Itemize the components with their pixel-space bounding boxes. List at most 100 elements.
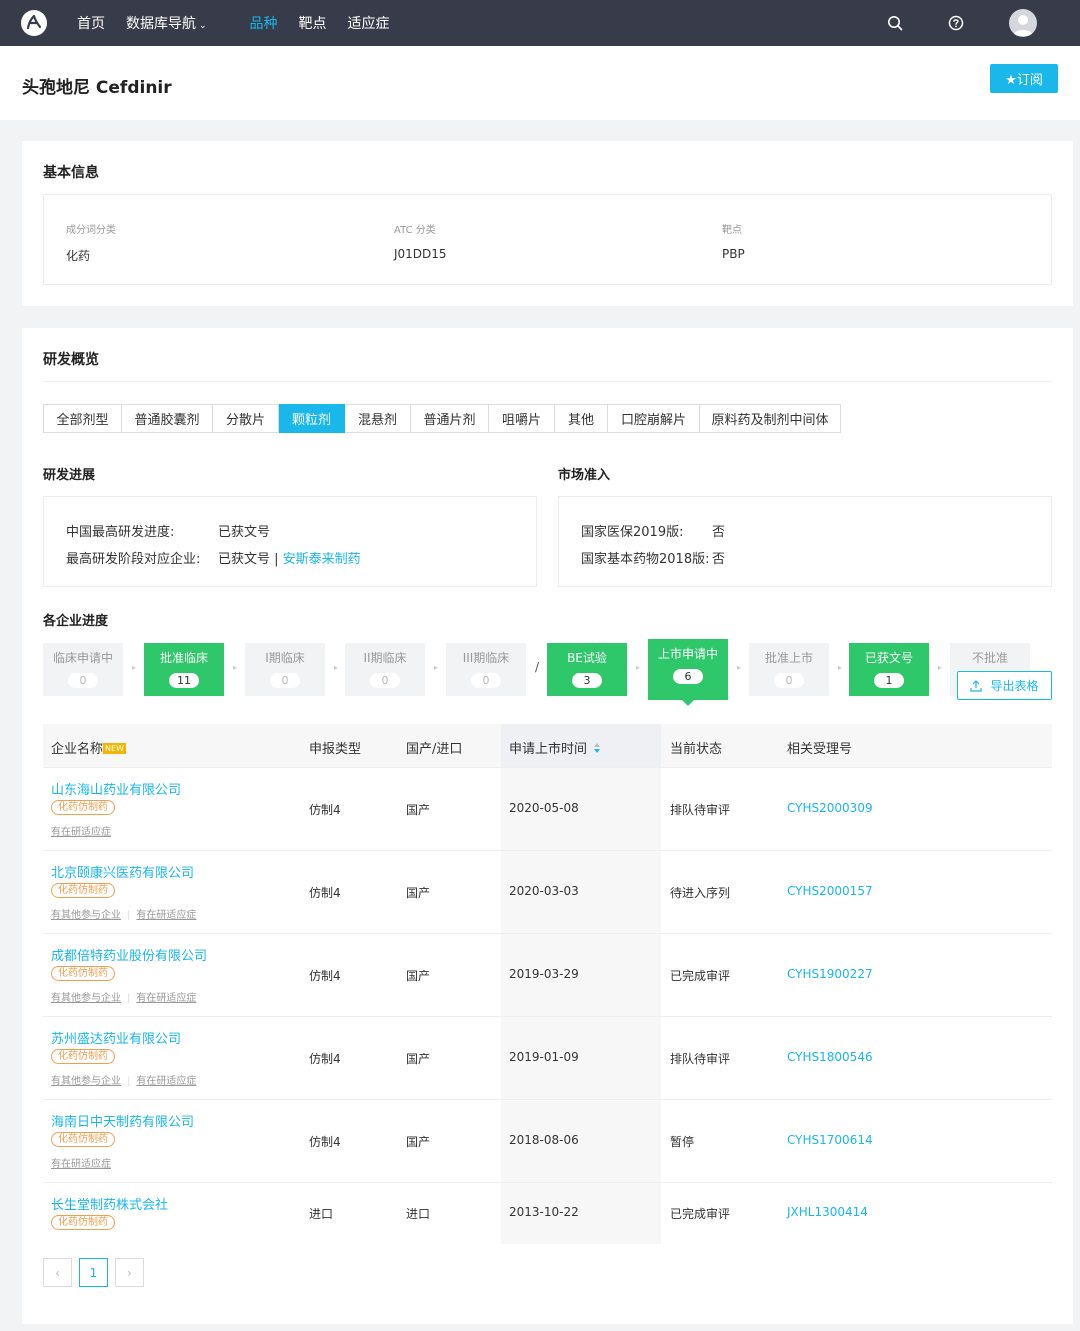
- avatar[interactable]: [1009, 9, 1037, 37]
- col-type: 申报类型: [309, 742, 362, 757]
- acceptance-number-link[interactable]: CYHS1800546: [787, 1050, 873, 1064]
- stage-item[interactable]: 已获文号 1: [849, 643, 929, 696]
- declare-type: 仿制4: [309, 886, 341, 900]
- acceptance-number-link[interactable]: CYHS1700614: [787, 1133, 873, 1147]
- market-access-title: 市场准入: [558, 468, 611, 483]
- declare-type: 仿制4: [309, 803, 341, 817]
- drug-type-tag: 化药仿制药: [51, 800, 115, 815]
- nav-item-1[interactable]: 数据库导航 ⌄: [126, 13, 207, 33]
- company-name-link[interactable]: 海南日中天制药有限公司: [51, 1111, 194, 1130]
- nav-item-0[interactable]: 首页: [77, 13, 105, 33]
- tab-dosage-form[interactable]: 原料药及制剂中间体: [700, 404, 841, 433]
- nav-item-3[interactable]: 靶点: [299, 13, 327, 33]
- sub-link[interactable]: 有在研适应症: [51, 1159, 111, 1170]
- apply-date: 2018-08-06: [509, 1133, 579, 1147]
- acceptance-number-link[interactable]: CYHS2000157: [787, 884, 873, 898]
- rd-overview-title: 研发概览: [43, 352, 99, 368]
- apply-date: 2020-03-03: [509, 884, 579, 898]
- next-page-button[interactable]: ›: [115, 1258, 144, 1287]
- dosage-form-tabs: 全部剂型 普通胶囊剂 分散片 颗粒剂 混悬剂 普通片剂 咀嚼片 其他 口腔崩解片 原料药及制剂中间…: [43, 404, 841, 433]
- rd-progress-box: 中国最高研发进度: 已获文号 最高研发阶段对应企业: 已获文号 | 安斯泰来制药: [43, 496, 537, 587]
- tab-dosage-form[interactable]: 混悬剂: [345, 404, 411, 433]
- info-field-category: 成分词分类 化药: [66, 225, 116, 263]
- col-acceptance: 相关受理号: [787, 742, 853, 757]
- page-1-button[interactable]: 1: [79, 1258, 108, 1287]
- stage-item[interactable]: 上市申请中 6: [648, 639, 728, 706]
- essential-drug-row: 国家基本药物2018版: 否: [581, 552, 726, 567]
- info-field-atc: ATC 分类 J01DD15: [394, 225, 447, 261]
- acceptance-number-link[interactable]: CYHS1900227: [787, 967, 873, 981]
- sub-link[interactable]: 有在研适应症: [51, 827, 111, 838]
- sub-links: 有在研适应症: [51, 1155, 111, 1170]
- export-icon: [970, 679, 983, 692]
- company-name-link[interactable]: 北京颐康兴医药有限公司: [51, 862, 194, 881]
- table-header: 企业名称 NEW 申报类型 国产/进口 申请上市时间 当前状态 相关受理号: [43, 724, 1052, 767]
- logo-icon[interactable]: [21, 10, 47, 36]
- tab-dosage-form[interactable]: 普通胶囊剂: [122, 404, 213, 433]
- stage-count-badge: 1: [874, 673, 904, 688]
- nav-item-4[interactable]: 适应症: [348, 13, 390, 33]
- tab-dosage-form[interactable]: 全部剂型: [43, 404, 122, 433]
- rd-progress-title: 研发进展: [43, 468, 96, 483]
- company-name-link[interactable]: 长生堂制药株式会社: [51, 1194, 168, 1213]
- origin: 国产: [406, 803, 431, 817]
- search-icon[interactable]: [886, 14, 904, 32]
- subscribe-button[interactable]: ★订阅: [990, 64, 1058, 93]
- tab-dosage-form[interactable]: 其他: [555, 404, 608, 433]
- declare-type: 仿制4: [309, 1135, 341, 1149]
- highest-progress-row: 中国最高研发进度: 已获文号: [66, 525, 271, 540]
- table-row: 海南日中天制药有限公司 化药仿制药 有在研适应症 仿制4 国产 2018-08-06 暂停 C…: [43, 1099, 1052, 1182]
- arrow-right-icon: ▸: [938, 663, 943, 672]
- declare-type: 进口: [309, 1207, 334, 1221]
- acceptance-number-link[interactable]: CYHS2000309: [787, 801, 873, 815]
- stage-item[interactable]: II期临床 0: [345, 643, 425, 696]
- stage-item[interactable]: III期临床 0: [446, 643, 526, 696]
- apply-date: 2019-03-29: [509, 967, 579, 981]
- nav-item-2[interactable]: 品种: [250, 13, 278, 33]
- sub-link[interactable]: 有其他参与企业: [51, 910, 121, 921]
- tab-dosage-form[interactable]: 普通片剂: [411, 404, 489, 433]
- col-date[interactable]: 申请上市时间: [509, 738, 601, 757]
- tab-dosage-form[interactable]: 口腔崩解片: [608, 404, 700, 433]
- sort-icon[interactable]: [593, 742, 601, 754]
- sub-link[interactable]: 有其他参与企业: [51, 1076, 121, 1087]
- current-status: 待进入序列: [670, 886, 731, 900]
- drug-type-tag: 化药仿制药: [51, 1049, 115, 1064]
- export-table-button[interactable]: 导出表格: [957, 671, 1052, 700]
- current-stage-pointer: [682, 700, 694, 706]
- sub-link[interactable]: 有在研适应症: [136, 1076, 196, 1087]
- stage-count-badge: 0: [68, 673, 98, 688]
- drug-type-tag: 化药仿制药: [51, 1132, 115, 1147]
- stage-item[interactable]: 批准临床 11: [144, 643, 224, 696]
- acceptance-number-link[interactable]: JXHL1300414: [787, 1205, 868, 1219]
- col-company: 企业名称 NEW: [51, 742, 126, 757]
- table-row: 成都倍特药业股份有限公司 化药仿制药 有其他参与企业 | 有在研适应症 仿制4 国产 2019…: [43, 933, 1052, 1016]
- sub-link[interactable]: 有在研适应症: [136, 910, 196, 921]
- basic-info-box: 成分词分类 化药 ATC 分类 J01DD15 靶点 PBP: [43, 194, 1052, 285]
- divider: [43, 381, 1052, 382]
- page-header: 头孢地尼 Cefdinir ★订阅: [0, 46, 1080, 120]
- arrow-right-icon: ▸: [737, 663, 742, 672]
- sub-link[interactable]: 有其他参与企业: [51, 993, 121, 1004]
- sub-links: 有其他参与企业 | 有在研适应症: [51, 1076, 197, 1087]
- company-name-link[interactable]: 成都倍特药业股份有限公司: [51, 945, 207, 964]
- prev-page-button[interactable]: ‹: [43, 1258, 72, 1287]
- company-name-link[interactable]: 苏州盛达药业有限公司: [51, 1028, 181, 1047]
- top-nav: 首页 数据库导航 ⌄ 品种 靶点 适应症: [0, 0, 1080, 46]
- stage-item[interactable]: 批准上市 0: [749, 643, 829, 696]
- drug-type-tag: 化药仿制药: [51, 883, 115, 898]
- table-row: 山东海山药业有限公司 化药仿制药 有在研适应症 仿制4 国产 2020-05-08 排队待审…: [43, 767, 1052, 850]
- sub-link[interactable]: 有在研适应症: [136, 993, 196, 1004]
- tab-dosage-form[interactable]: 颗粒剂: [279, 404, 345, 433]
- stage-item[interactable]: I期临床 0: [245, 643, 325, 696]
- apply-date: 2019-01-09: [509, 1050, 579, 1064]
- stage-item[interactable]: 临床申请中 0: [43, 643, 123, 696]
- company-link[interactable]: 安斯泰来制药: [283, 552, 361, 567]
- tab-dosage-form[interactable]: 分散片: [213, 404, 279, 433]
- tab-dosage-form[interactable]: 咀嚼片: [489, 404, 555, 433]
- page-title: 头孢地尼 Cefdinir: [22, 78, 172, 98]
- sub-links: 有其他参与企业 | 有在研适应症: [51, 993, 197, 1004]
- help-icon[interactable]: [947, 14, 965, 32]
- company-name-link[interactable]: 山东海山药业有限公司: [51, 779, 181, 798]
- stage-item[interactable]: BE试验 3: [547, 643, 627, 696]
